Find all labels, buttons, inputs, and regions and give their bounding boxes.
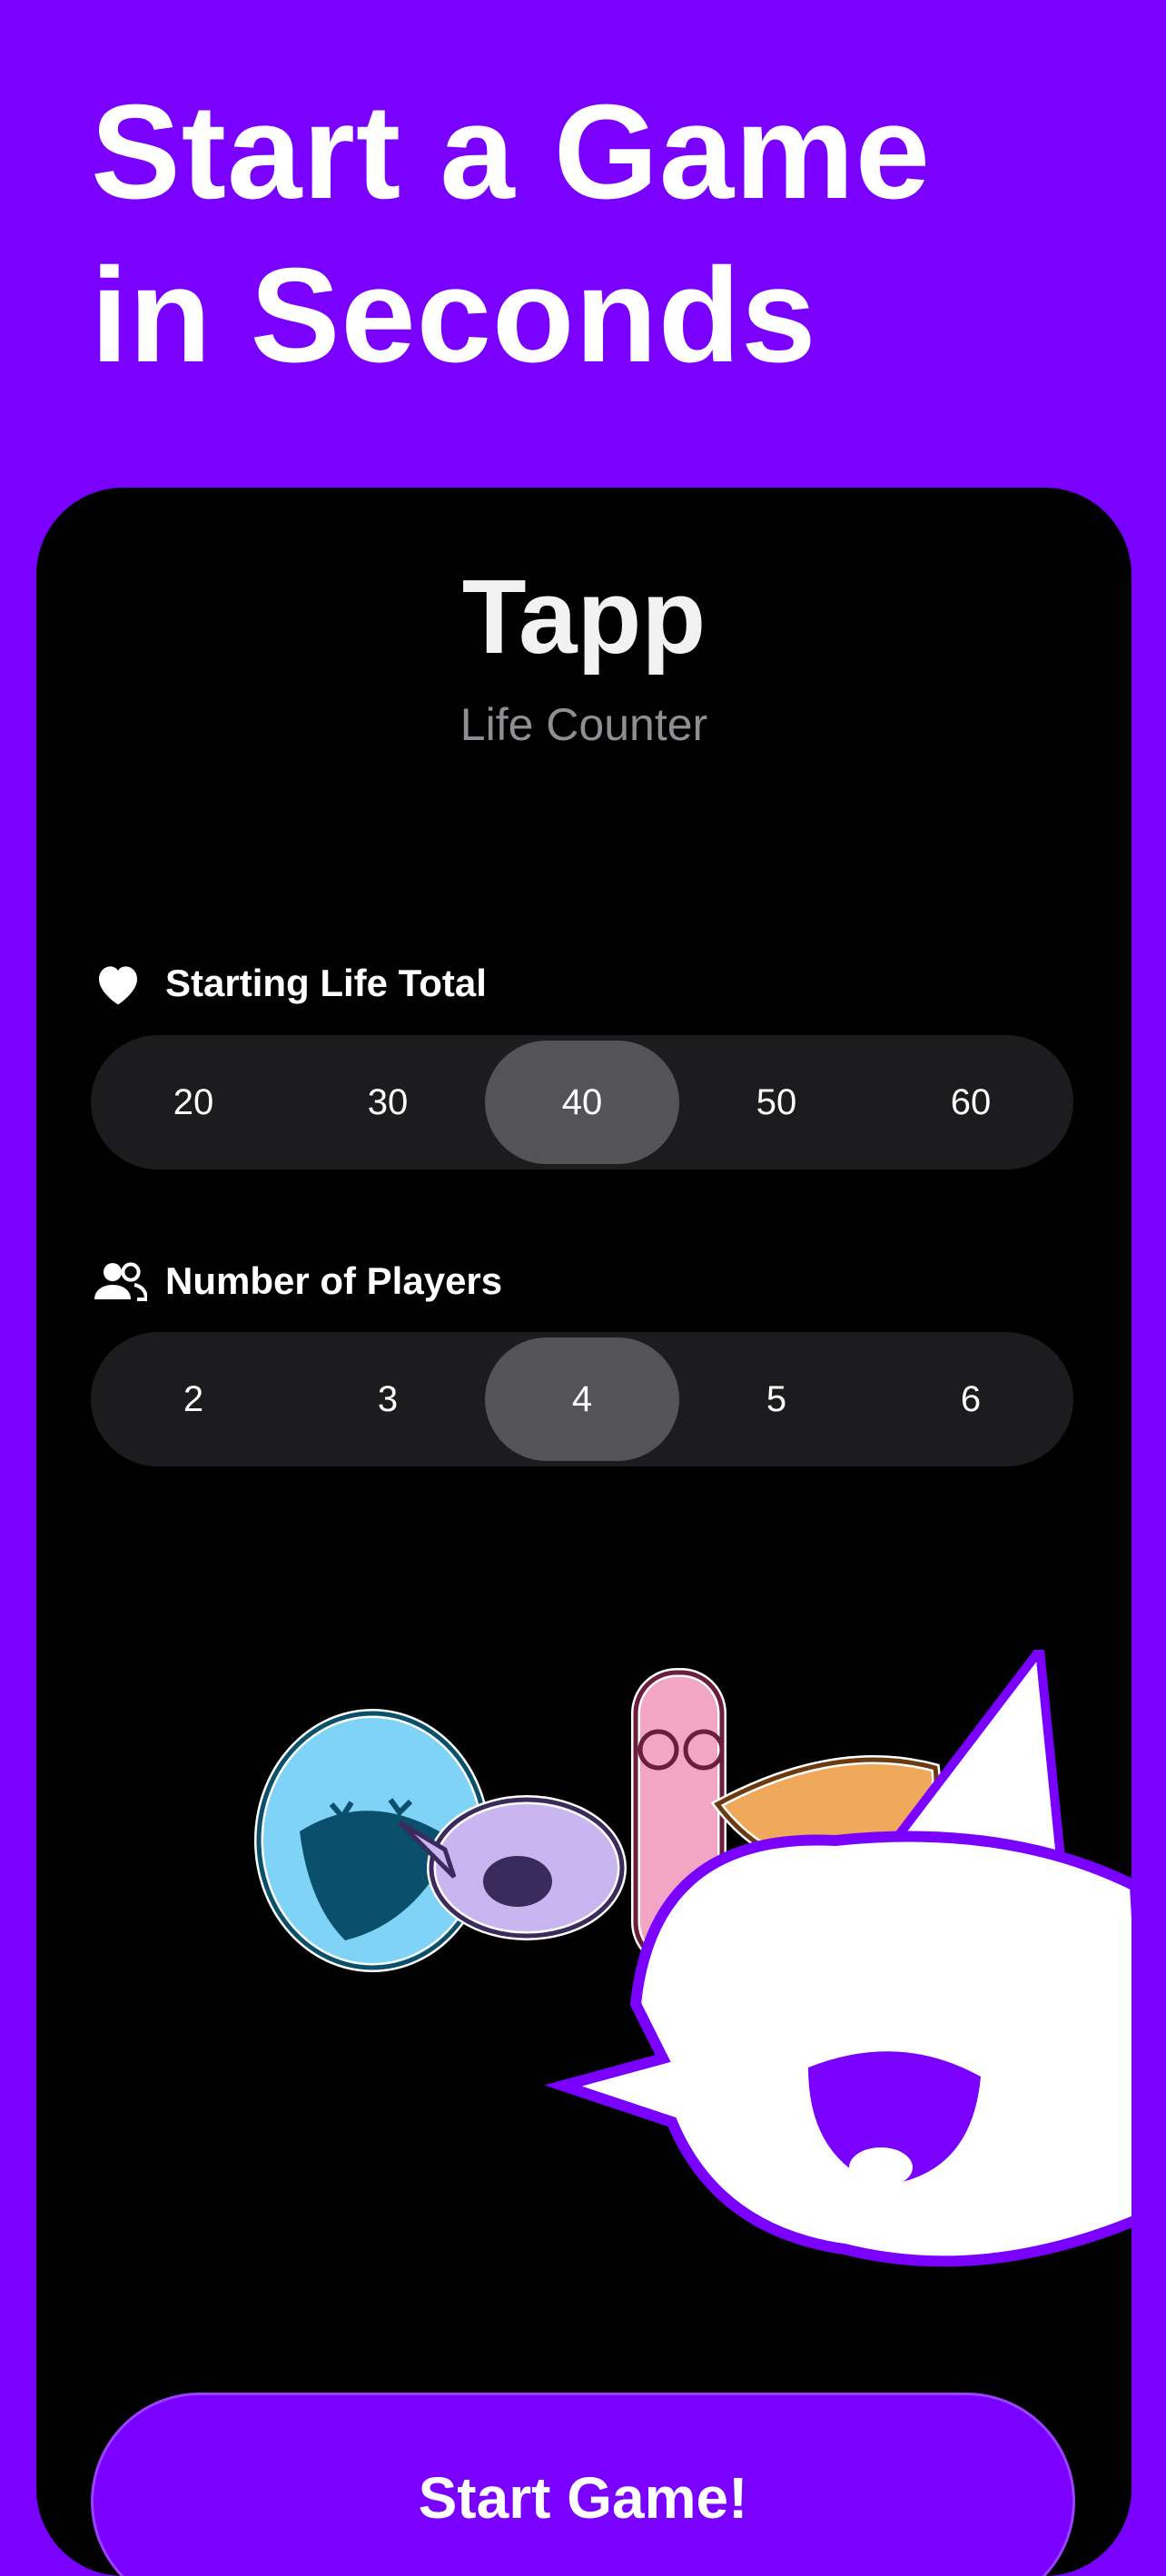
players-label: Number of Players xyxy=(165,1259,503,1302)
players-option-2[interactable]: 2 xyxy=(96,1337,291,1461)
life-total-label-row: Starting Life Total xyxy=(93,960,487,1007)
players-option-6[interactable]: 6 xyxy=(874,1337,1068,1461)
life-option-20[interactable]: 20 xyxy=(96,1041,291,1164)
players-label-row: Number of Players xyxy=(93,1258,502,1305)
players-option-5[interactable]: 5 xyxy=(679,1337,874,1461)
heart-icon xyxy=(93,960,147,1007)
life-total-label: Starting Life Total xyxy=(165,962,487,1004)
marketing-headline: Start a Game in Seconds xyxy=(91,71,1090,398)
app-title: Tapp xyxy=(461,558,707,676)
players-option-4[interactable]: 4 xyxy=(485,1337,679,1461)
life-option-40[interactable]: 40 xyxy=(485,1041,679,1164)
life-option-50[interactable]: 50 xyxy=(679,1041,874,1164)
life-total-selector: 20 30 40 50 60 xyxy=(91,1035,1073,1170)
start-game-button[interactable]: Start Game! xyxy=(91,2393,1075,2576)
character-illustrations xyxy=(254,1650,1131,2267)
headline-line-1: Start a Game xyxy=(91,77,932,227)
life-option-60[interactable]: 60 xyxy=(874,1041,1068,1164)
players-selector: 2 3 4 5 6 xyxy=(91,1332,1073,1466)
players-option-3[interactable]: 3 xyxy=(291,1337,485,1461)
app-screen: Tapp Life Counter Starting Life Total 20… xyxy=(36,488,1131,2576)
life-option-30[interactable]: 30 xyxy=(291,1041,485,1164)
headline-line-2: in Seconds xyxy=(91,241,817,390)
app-subtitle: Life Counter xyxy=(459,699,708,750)
people-icon xyxy=(93,1258,147,1305)
